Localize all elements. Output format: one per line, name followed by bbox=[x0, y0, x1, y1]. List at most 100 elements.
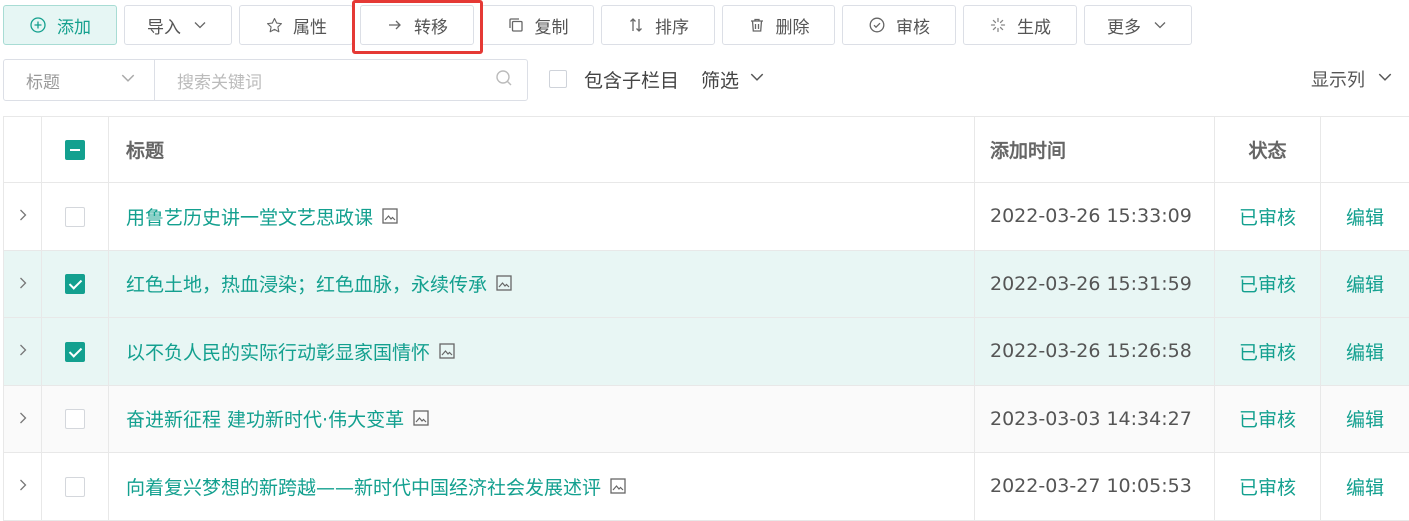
edit-link[interactable]: 编辑 bbox=[1321, 385, 1409, 453]
filter-area: 包含子栏目 筛选 bbox=[549, 62, 765, 96]
row-select-cell bbox=[42, 453, 109, 521]
expand-header bbox=[4, 117, 42, 183]
trash-icon bbox=[748, 16, 766, 34]
image-icon bbox=[412, 409, 430, 432]
article-title-link[interactable]: 红色土地，热血浸染；红色血脉，永续传承 bbox=[126, 274, 487, 296]
search-field-value: 标题 bbox=[26, 68, 60, 93]
more-button[interactable]: 更多 bbox=[1084, 5, 1192, 45]
added-time-cell: 2022-03-27 10:05:53 bbox=[975, 453, 1215, 521]
added-time-cell: 2022-03-26 15:26:58 bbox=[975, 318, 1215, 386]
chevron-right-icon[interactable] bbox=[17, 205, 29, 227]
status-cell: 已审核 bbox=[1215, 183, 1321, 251]
row-checkbox[interactable] bbox=[65, 207, 85, 227]
article-title-link[interactable]: 用鲁艺历史讲一堂文艺思政课 bbox=[126, 207, 373, 229]
title-header[interactable]: 标题 bbox=[109, 117, 975, 183]
import-label: 导入 bbox=[147, 13, 181, 38]
generate-button[interactable]: 生成 bbox=[963, 5, 1077, 45]
chevron-right-icon[interactable] bbox=[17, 340, 29, 362]
sort-icon bbox=[627, 16, 645, 34]
table-row[interactable]: 用鲁艺历史讲一堂文艺思政课 2022-03-26 15:33:09已审核编辑 bbox=[4, 183, 1409, 251]
include-sub-label: 包含子栏目 bbox=[584, 66, 679, 93]
edit-link[interactable]: 编辑 bbox=[1321, 250, 1409, 318]
expand-cell[interactable] bbox=[4, 183, 42, 251]
chevron-right-icon[interactable] bbox=[17, 408, 29, 430]
expand-cell[interactable] bbox=[4, 453, 42, 521]
copy-icon bbox=[507, 16, 525, 34]
chevron-right-icon[interactable] bbox=[17, 273, 29, 295]
title-cell[interactable]: 向着复兴梦想的新跨越——新时代中国经济社会发展述评 bbox=[109, 453, 975, 521]
title-cell[interactable]: 红色土地，热血浸染；红色血脉，永续传承 bbox=[109, 250, 975, 318]
expand-cell[interactable] bbox=[4, 385, 42, 453]
row-select-cell bbox=[42, 183, 109, 251]
table-header-row: 标题 添加时间 状态 bbox=[4, 117, 1409, 183]
delete-label: 删除 bbox=[776, 13, 810, 38]
operation-header bbox=[1321, 117, 1409, 183]
chevron-down-icon bbox=[120, 70, 136, 91]
review-button[interactable]: 审核 bbox=[842, 5, 956, 45]
copy-button[interactable]: 复制 bbox=[481, 5, 594, 45]
import-button[interactable]: 导入 bbox=[124, 5, 232, 45]
search-input[interactable]: 搜索关键词 bbox=[155, 60, 527, 100]
check-circle-icon bbox=[868, 16, 886, 34]
attributes-label: 属性 bbox=[293, 13, 327, 38]
search-icon[interactable] bbox=[495, 69, 513, 92]
title-cell[interactable]: 奋进新征程 建功新时代·伟大变革 bbox=[109, 385, 975, 453]
edit-link[interactable]: 编辑 bbox=[1321, 318, 1409, 386]
include-sub-checkbox[interactable] bbox=[549, 70, 567, 88]
add-label: 添加 bbox=[57, 13, 91, 38]
added-time-cell: 2023-03-03 14:34:27 bbox=[975, 385, 1215, 453]
row-checkbox[interactable] bbox=[65, 274, 85, 294]
added-time-cell: 2022-03-26 15:33:09 bbox=[975, 183, 1215, 251]
expand-cell[interactable] bbox=[4, 250, 42, 318]
loading-icon bbox=[989, 16, 1007, 34]
show-columns-dropdown[interactable]: 显示列 bbox=[1311, 62, 1393, 96]
attributes-button[interactable]: 属性 bbox=[239, 5, 353, 45]
generate-label: 生成 bbox=[1017, 13, 1051, 38]
added-time-header[interactable]: 添加时间 bbox=[975, 117, 1215, 183]
delete-button[interactable]: 删除 bbox=[722, 5, 835, 45]
more-label: 更多 bbox=[1107, 13, 1141, 38]
chevron-down-icon bbox=[1151, 16, 1169, 34]
image-icon bbox=[495, 274, 513, 297]
article-title-link[interactable]: 以不负人民的实际行动彰显家国情怀 bbox=[126, 342, 430, 364]
add-button[interactable]: 添加 bbox=[3, 5, 117, 45]
star-icon bbox=[265, 16, 283, 34]
show-columns-label: 显示列 bbox=[1311, 66, 1365, 92]
edit-link[interactable]: 编辑 bbox=[1321, 183, 1409, 251]
article-title-link[interactable]: 向着复兴梦想的新跨越——新时代中国经济社会发展述评 bbox=[126, 477, 601, 499]
title-cell[interactable]: 用鲁艺历史讲一堂文艺思政课 bbox=[109, 183, 975, 251]
status-header[interactable]: 状态 bbox=[1215, 117, 1321, 183]
chevron-down-icon bbox=[191, 16, 209, 34]
expand-cell[interactable] bbox=[4, 318, 42, 386]
transfer-label: 转移 bbox=[414, 13, 448, 38]
article-title-link[interactable]: 奋进新征程 建功新时代·伟大变革 bbox=[126, 409, 404, 431]
table-row[interactable]: 向着复兴梦想的新跨越——新时代中国经济社会发展述评 2022-03-27 10:0… bbox=[4, 453, 1409, 521]
status-cell: 已审核 bbox=[1215, 385, 1321, 453]
row-checkbox[interactable] bbox=[65, 342, 85, 362]
row-select-cell bbox=[42, 385, 109, 453]
status-cell: 已审核 bbox=[1215, 318, 1321, 386]
row-checkbox[interactable] bbox=[65, 409, 85, 429]
added-time-cell: 2022-03-26 15:31:59 bbox=[975, 250, 1215, 318]
search-bar: 标题 搜索关键词 bbox=[3, 59, 528, 101]
status-cell: 已审核 bbox=[1215, 453, 1321, 521]
edit-link[interactable]: 编辑 bbox=[1321, 453, 1409, 521]
table-row[interactable]: 以不负人民的实际行动彰显家国情怀 2022-03-26 15:26:58已审核编辑 bbox=[4, 318, 1409, 386]
table-row[interactable]: 奋进新征程 建功新时代·伟大变革 2023-03-03 14:34:27已审核编辑 bbox=[4, 385, 1409, 453]
transfer-button[interactable]: 转移 bbox=[360, 5, 474, 45]
filter-label: 筛选 bbox=[701, 66, 739, 93]
image-icon bbox=[609, 477, 627, 500]
select-all-checkbox[interactable] bbox=[65, 140, 85, 160]
search-field-select[interactable]: 标题 bbox=[4, 60, 155, 100]
sort-button[interactable]: 排序 bbox=[601, 5, 715, 45]
filter-dropdown[interactable]: 筛选 bbox=[701, 66, 765, 93]
table-row[interactable]: 红色土地，热血浸染；红色血脉，永续传承2022-03-26 15:31:59已审… bbox=[4, 250, 1409, 318]
sort-label: 排序 bbox=[655, 13, 689, 38]
title-cell[interactable]: 以不负人民的实际行动彰显家国情怀 bbox=[109, 318, 975, 386]
row-checkbox[interactable] bbox=[65, 477, 85, 497]
search-placeholder: 搜索关键词 bbox=[177, 68, 262, 93]
row-select-cell bbox=[42, 250, 109, 318]
chevron-down-icon bbox=[1377, 69, 1393, 90]
chevron-right-icon[interactable] bbox=[17, 475, 29, 497]
review-label: 审核 bbox=[896, 13, 930, 38]
